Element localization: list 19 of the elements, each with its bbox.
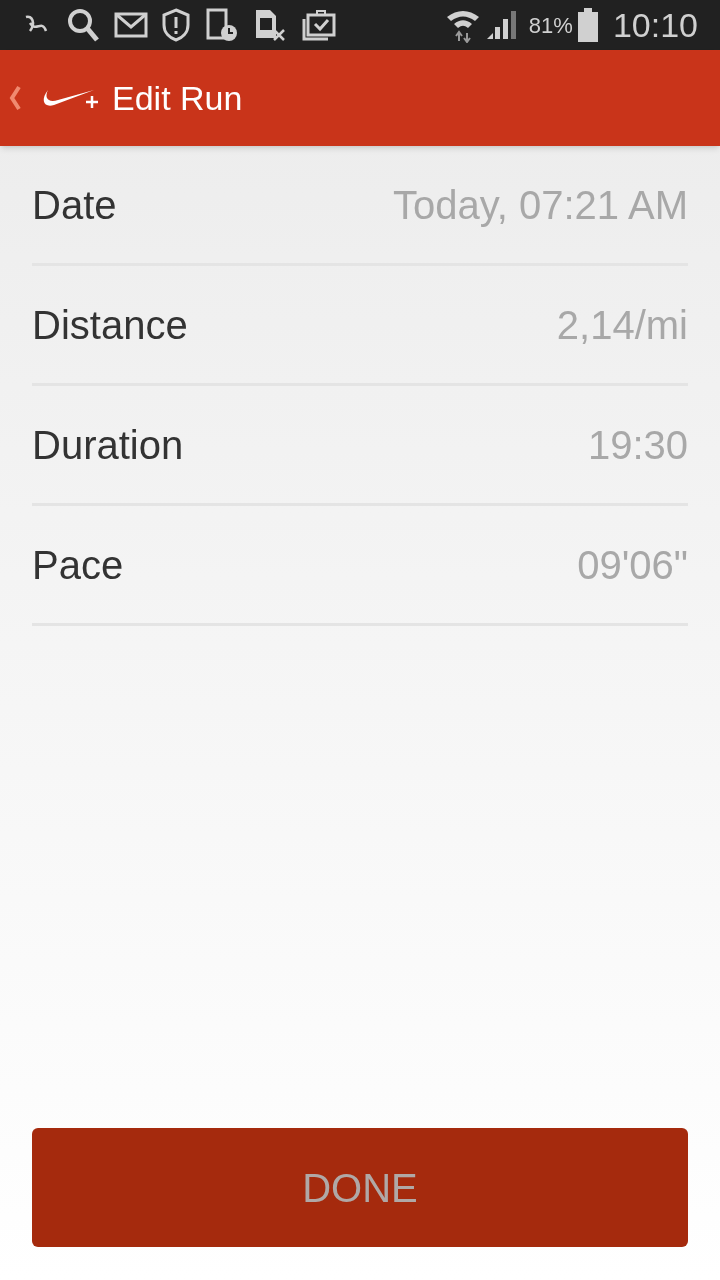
field-label: Duration	[32, 421, 184, 469]
clock-time: 10:10	[612, 4, 698, 46]
shield-icon	[162, 8, 190, 42]
briefcase-check-icon	[302, 9, 336, 41]
field-value[interactable]: 19:30	[587, 414, 688, 475]
battery-percent: 81%	[528, 11, 573, 40]
device-clock-icon	[206, 8, 238, 42]
back-icon[interactable]	[8, 85, 22, 111]
mail-icon	[114, 12, 148, 38]
field-label: Date	[32, 181, 117, 229]
field-value[interactable]: Today, 07:21 AM	[393, 174, 688, 235]
battery-icon	[576, 8, 599, 42]
sim-card-icon	[254, 8, 286, 42]
search-icon	[66, 7, 100, 43]
field-value[interactable]: 09'06"	[577, 534, 688, 595]
field-label: Distance	[32, 301, 188, 349]
screen-title: Edit Run	[112, 77, 243, 119]
field-value[interactable]: 2,14/mi	[556, 294, 688, 355]
field-label: Pace	[32, 541, 124, 589]
